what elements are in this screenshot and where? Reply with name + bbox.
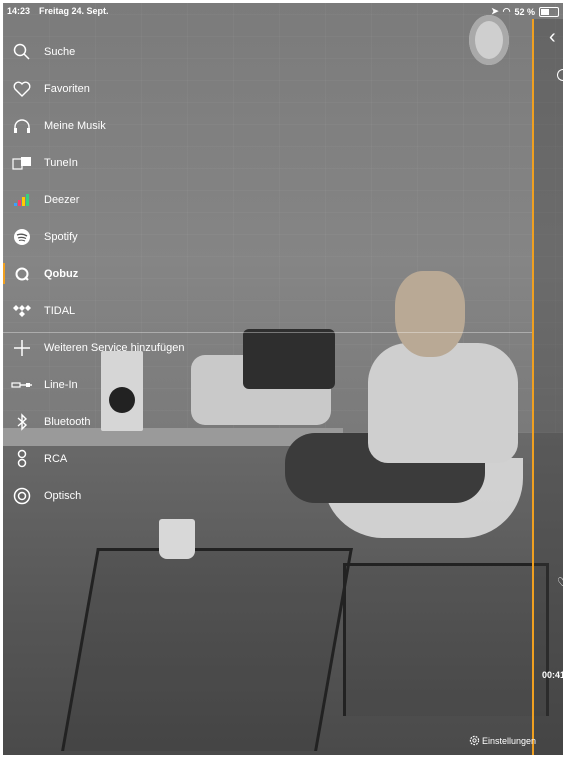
gear-icon (469, 735, 480, 746)
back-chevron-icon[interactable]: ‹ (549, 27, 556, 47)
menu-item-deezer[interactable]: Deezer (3, 181, 532, 218)
side-table-image (61, 548, 353, 751)
player-panel-edge[interactable] (534, 19, 563, 755)
menu-label: TuneIn (44, 156, 78, 169)
wifi-icon: ◠ (502, 6, 511, 16)
coffee-table-image (343, 563, 549, 716)
menu-item-bluetooth[interactable]: Bluetooth (3, 403, 532, 440)
menu-label: TIDAL (44, 304, 76, 317)
headphones-icon (11, 115, 33, 137)
heart-icon[interactable]: ♡ (557, 575, 563, 589)
menu-item-tunein[interactable]: TuneIn (3, 144, 532, 181)
menu-item-suche[interactable]: Suche (3, 33, 532, 70)
settings-button[interactable]: Einstellungen (469, 735, 536, 746)
menu-label: Weiteren Service hinzufügen (44, 341, 185, 354)
menu-label: Favoriten (44, 82, 90, 95)
menu-item-qobuz[interactable]: Qobuz (3, 255, 532, 292)
battery-icon (539, 6, 559, 17)
status-right: ➤ ◠ 52 % (491, 6, 559, 17)
menu-item-tidal[interactable]: TIDAL (3, 292, 532, 329)
qobuz-logo-icon (557, 69, 563, 81)
app-window: 14:23 Freitag 24. Sept. ➤ ◠ 52 % ‹ ♡ 00:… (3, 3, 563, 755)
heart-icon (11, 78, 33, 100)
menu-label: RCA (44, 452, 68, 465)
tunein-icon (11, 152, 33, 174)
optical-icon (11, 485, 33, 507)
menu-label: Spotify (44, 230, 78, 243)
status-date: Freitag 24. Sept. (39, 6, 109, 16)
menu-label: Suche (44, 45, 76, 58)
menu-label: Bluetooth (44, 415, 91, 428)
location-icon: ➤ (491, 6, 499, 16)
menu-item-line-in[interactable]: Line-In (3, 366, 532, 403)
tidal-icon (11, 300, 33, 322)
settings-label: Einstellungen (482, 735, 537, 746)
menu-label: Meine Musik (44, 119, 106, 132)
menu-item-meine-musik[interactable]: Meine Musik (3, 107, 532, 144)
status-bar: 14:23 Freitag 24. Sept. ➤ ◠ 52 % (3, 3, 563, 19)
qobuz-icon (11, 263, 33, 285)
mug-image (159, 519, 195, 559)
plus-icon (11, 337, 33, 359)
menu-label: Qobuz (44, 267, 79, 280)
menu-item-optisch[interactable]: Optisch (3, 477, 532, 514)
menu-item-add-service[interactable]: Weiteren Service hinzufügen (3, 329, 532, 366)
battery-percent: 52 % (514, 6, 535, 17)
menu-item-rca[interactable]: RCA (3, 440, 532, 477)
panel-divider (532, 19, 534, 755)
bluetooth-icon (11, 411, 33, 433)
menu-label: Optisch (44, 489, 82, 502)
deezer-icon (11, 189, 33, 211)
spotify-icon (11, 226, 33, 248)
line-in-icon (11, 374, 33, 396)
source-menu: Suche Favoriten Meine Musik TuneIn Deeze… (3, 33, 532, 514)
menu-item-favoriten[interactable]: Favoriten (3, 70, 532, 107)
elapsed-time: 00:41 (542, 670, 563, 680)
menu-item-spotify[interactable]: Spotify (3, 218, 532, 255)
menu-divider (3, 332, 532, 333)
rca-icon (11, 448, 33, 470)
search-icon (11, 41, 33, 63)
menu-label: Deezer (44, 193, 80, 206)
status-time: 14:23 (7, 6, 31, 16)
menu-label: Line-In (44, 378, 78, 391)
